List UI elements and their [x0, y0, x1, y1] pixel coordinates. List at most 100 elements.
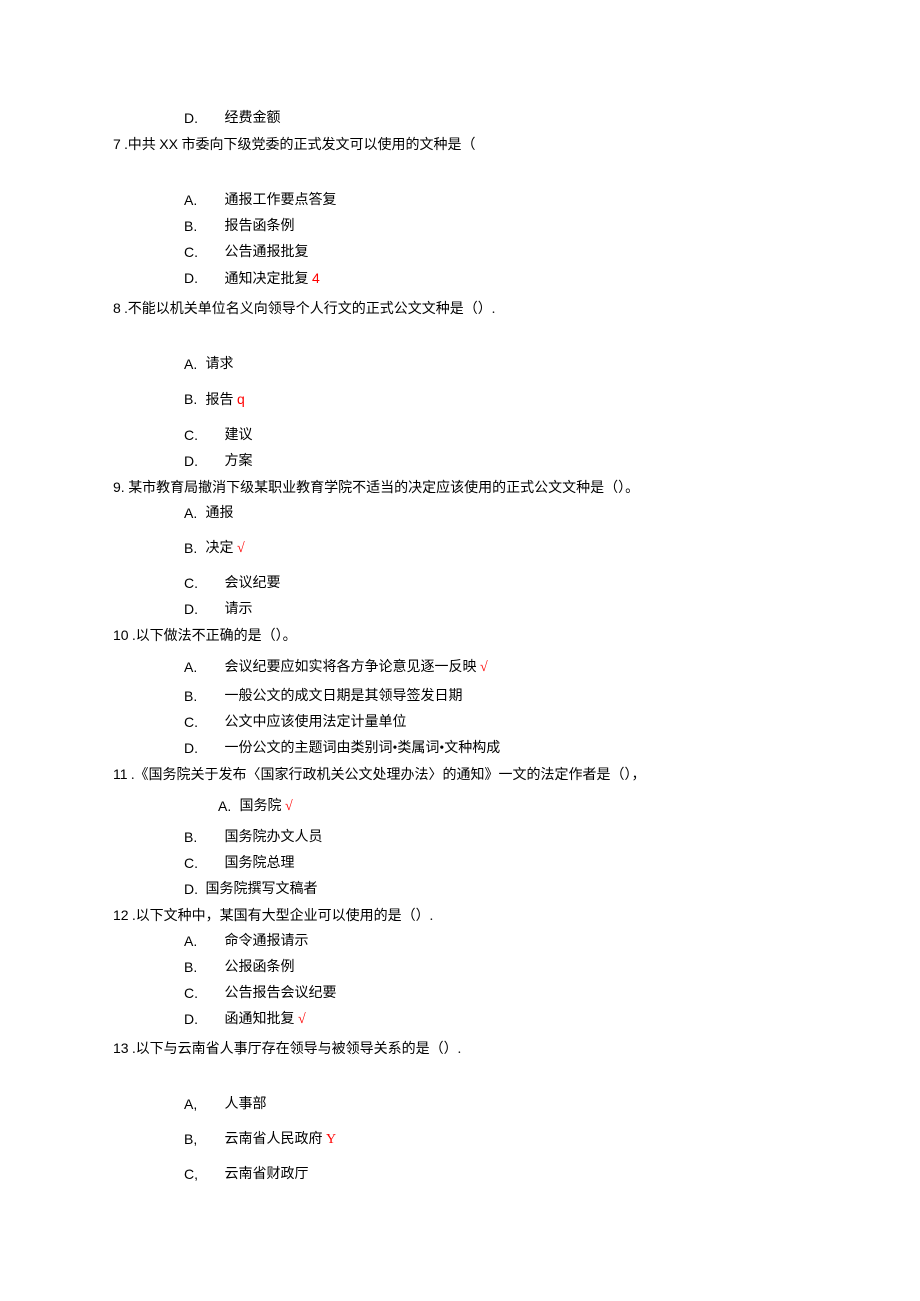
option-text: 决定 — [206, 541, 238, 556]
option-label: A. — [184, 931, 221, 952]
option-text: 国务院 — [240, 799, 286, 814]
answer-mark: Y — [326, 1132, 336, 1147]
question-number: 13 — [113, 1040, 129, 1056]
q11-option-b: B. 国务院办文人员 — [113, 827, 840, 848]
q7-option-c: C. 公告通报批复 — [113, 242, 840, 263]
option-text: 一份公文的主题词由类别词•类属词•文种构成 — [225, 741, 501, 756]
option-label: D. — [184, 108, 221, 129]
answer-mark: √ — [480, 660, 488, 675]
question-stem: .以下与云南省人事厅存在领导与被领导关系的是（）. — [132, 1042, 461, 1057]
question-stem: .以下文种中，某国有大型企业可以使用的是（）. — [132, 909, 433, 924]
option-label: D. — [184, 451, 221, 472]
option-text: 通报 — [206, 506, 234, 521]
question-number: 9. — [113, 479, 125, 495]
option-label: C. — [184, 573, 221, 594]
option-text: 云南省人民政府 — [225, 1132, 327, 1147]
document-page: D. 经费金额 7 .中共 XX 市委向下级党委的正式发文可以使用的文种是（ A… — [0, 0, 920, 1301]
question-number: 10 — [113, 627, 129, 643]
q11-option-d: D. 国务院撰写文稿者 — [113, 879, 840, 900]
option-text: 云南省财政厅 — [225, 1167, 309, 1182]
option-label: C. — [184, 983, 221, 1004]
option-label: B. — [184, 827, 221, 848]
option-text: 会议纪要应如实将各方争论意见逐一反映 — [225, 660, 481, 675]
q9-option-d: D. 请示 — [113, 599, 840, 620]
option-text: 公告通报批复 — [225, 245, 309, 260]
option-label: A, — [184, 1094, 221, 1115]
q7-option-d: D. 通知决定批复 4 — [113, 268, 840, 290]
option-label: B. — [184, 216, 221, 237]
option-text: 报告 — [206, 393, 238, 408]
q10-option-a: A. 会议纪要应如实将各方争论意见逐一反映 √ — [113, 657, 840, 678]
option-text: 会议纪要 — [225, 576, 281, 591]
option-text: 经费金额 — [225, 111, 281, 126]
answer-mark: q — [237, 391, 245, 407]
q6-option-d: D. 经费金额 — [113, 108, 840, 129]
question-12: 12 .以下文种中，某国有大型企业可以使用的是（）. — [113, 905, 840, 927]
question-stem: 某市教育局撤消下级某职业教育学院不适当的决定应该使用的正式公文文种是（）。 — [128, 481, 639, 496]
option-label: D. — [184, 879, 202, 900]
question-7: 7 .中共 XX 市委向下级党委的正式发文可以使用的文种是（ — [113, 134, 840, 156]
question-stem: .不能以机关单位名义向领导个人行文的正式公文文种是（）. — [124, 302, 495, 317]
option-text: 公告报告会议纪要 — [225, 986, 337, 1001]
option-label: D. — [184, 599, 221, 620]
option-label: B. — [184, 957, 221, 978]
option-text: 报告函条例 — [225, 219, 295, 234]
q12-option-d: D. 函通知批复 √ — [113, 1009, 840, 1030]
question-10: 10 .以下做法不正确的是（）。 — [113, 625, 840, 647]
question-stem: .《国务院关于发布〈国家行政机关公文处理办法〉的通知》一文的法定作者是（）， — [131, 768, 646, 783]
option-text: 公报函条例 — [225, 960, 295, 975]
option-label: D. — [184, 268, 221, 289]
option-text: 国务院总理 — [225, 856, 295, 871]
option-label: A. — [184, 354, 202, 375]
question-11: 11 .《国务院关于发布〈国家行政机关公文处理办法〉的通知》一文的法定作者是（）… — [113, 764, 840, 786]
q8-option-d: D. 方案 — [113, 451, 840, 472]
option-label: A. — [184, 503, 202, 524]
q10-option-b: B. 一般公文的成文日期是其领导签发日期 — [113, 686, 840, 707]
q9-option-c: C. 会议纪要 — [113, 573, 840, 594]
q13-option-a: A, 人事部 — [113, 1094, 840, 1115]
question-stem: .中共 XX 市委向下级党委的正式发文可以使用的文种是（ — [124, 138, 475, 153]
answer-mark: 4 — [312, 270, 320, 286]
option-text: 建议 — [225, 428, 253, 443]
option-text: 公文中应该使用法定计量单位 — [225, 715, 407, 730]
option-label: B. — [184, 686, 221, 707]
option-label: D. — [184, 1009, 221, 1030]
question-8: 8 .不能以机关单位名义向领导个人行文的正式公文文种是（）. — [113, 298, 840, 320]
answer-mark: √ — [298, 1012, 306, 1027]
option-text: 通报工作要点答复 — [225, 193, 337, 208]
question-number: 7 — [113, 136, 121, 152]
answer-mark: √ — [237, 541, 245, 556]
q12-option-b: B. 公报函条例 — [113, 957, 840, 978]
question-13: 13 .以下与云南省人事厅存在领导与被领导关系的是（）. — [113, 1038, 840, 1060]
question-stem: .以下做法不正确的是（）。 — [132, 629, 297, 644]
option-label: A. — [184, 657, 221, 678]
option-label: A. — [218, 796, 236, 817]
q12-option-a: A. 命令通报请示 — [113, 931, 840, 952]
question-9: 9. 某市教育局撤消下级某职业教育学院不适当的决定应该使用的正式公文文种是（）。 — [113, 477, 840, 499]
q8-option-b: B. 报告 q — [113, 389, 840, 411]
q7-option-a: A. 通报工作要点答复 — [113, 190, 840, 211]
q7-option-b: B. 报告函条例 — [113, 216, 840, 237]
q12-option-c: C. 公告报告会议纪要 — [113, 983, 840, 1004]
option-text: 命令通报请示 — [225, 934, 309, 949]
option-label: C. — [184, 712, 221, 733]
option-text: 函通知批复 — [225, 1012, 299, 1027]
q13-option-c: C, 云南省财政厅 — [113, 1164, 840, 1185]
option-text: 请示 — [225, 602, 253, 617]
q13-option-b: B, 云南省人民政府 Y — [113, 1129, 840, 1150]
option-text: 人事部 — [225, 1097, 267, 1112]
q10-option-c: C. 公文中应该使用法定计量单位 — [113, 712, 840, 733]
q8-option-a: A. 请求 — [113, 354, 840, 375]
option-label: C. — [184, 242, 221, 263]
question-number: 11 — [113, 766, 128, 782]
q10-option-d: D. 一份公文的主题词由类别词•类属词•文种构成 — [113, 738, 840, 759]
option-text: 方案 — [225, 454, 253, 469]
option-label: C. — [184, 853, 221, 874]
option-text: 请求 — [206, 357, 234, 372]
q9-option-a: A. 通报 — [113, 503, 840, 524]
option-label: B. — [184, 389, 202, 410]
option-text: 国务院撰写文稿者 — [206, 882, 318, 897]
option-label: C, — [184, 1164, 221, 1185]
question-number: 8 — [113, 300, 121, 316]
q11-option-c: C. 国务院总理 — [113, 853, 840, 874]
